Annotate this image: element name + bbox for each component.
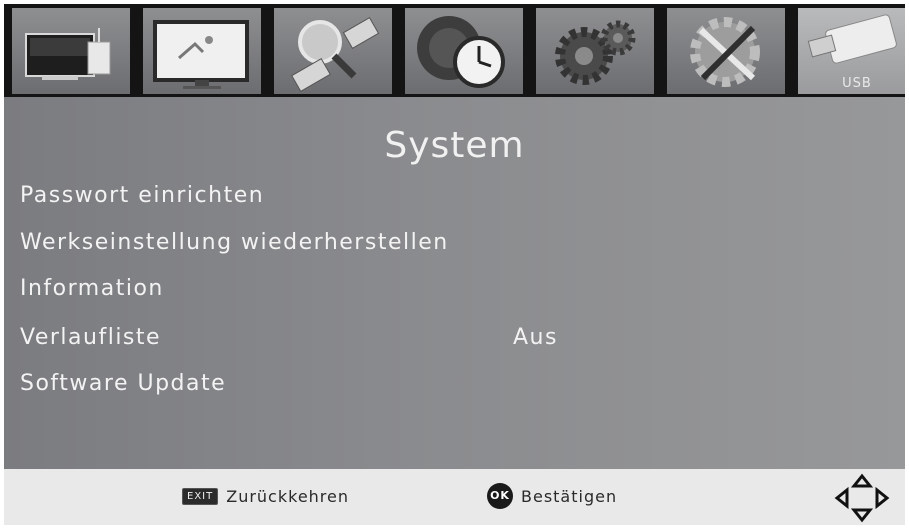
picture-screen-icon [153, 20, 249, 89]
tab-time[interactable] [405, 8, 523, 94]
dpad-arrows-icon [834, 473, 890, 523]
tab-installation[interactable] [12, 8, 130, 94]
menu-item-password[interactable]: Passwort einrichten [20, 177, 880, 215]
menu-item-label: Information [20, 276, 164, 301]
tab-picture[interactable] [143, 8, 261, 94]
menu-item-value: Aus [513, 325, 558, 350]
exit-hint: EXIT Zurückkehren [182, 487, 349, 506]
footer-hint-bar: EXIT Zurückkehren OK Bestätigen [4, 469, 905, 525]
tab-usb-label: USB [842, 76, 872, 91]
tab-channel-search[interactable] [274, 8, 392, 94]
tv-menu-screen: USB System Passwort einrichten Werkseins… [4, 4, 905, 525]
time-clock-icon [417, 16, 505, 88]
tab-system[interactable] [667, 8, 785, 94]
system-menu-panel: System Passwort einrichten Werkseinstell… [4, 97, 905, 469]
menu-item-label: Verlaufliste [20, 325, 162, 350]
menu-tab-bar: USB [4, 4, 905, 97]
channel-search-icon [291, 17, 380, 92]
menu-item-label: Passwort einrichten [20, 183, 265, 208]
ok-hint-label: Bestätigen [521, 486, 618, 506]
menu-item-label: Software Update [20, 371, 227, 396]
ok-hint: OK Bestätigen [487, 483, 617, 509]
tv-installation-icon [25, 28, 111, 80]
menu-item-information[interactable]: Information [20, 270, 880, 308]
page-title: System [384, 125, 525, 166]
menu-item-software-update[interactable]: Software Update [20, 365, 880, 403]
system-tools-icon [690, 17, 760, 87]
menu-item-label: Werkseinstellung wiederherstellen [20, 230, 449, 255]
menu-item-factory-reset[interactable]: Werkseinstellung wiederherstellen [20, 224, 880, 262]
tab-options[interactable] [536, 8, 654, 94]
exit-hint-label: Zurückkehren [226, 487, 350, 506]
tab-usb[interactable]: USB [798, 8, 905, 94]
ok-key-icon: OK [487, 483, 513, 509]
exit-key-icon: EXIT [182, 488, 219, 505]
menu-item-history-list[interactable]: Verlaufliste Aus [20, 319, 880, 357]
gears-options-icon [555, 20, 636, 85]
